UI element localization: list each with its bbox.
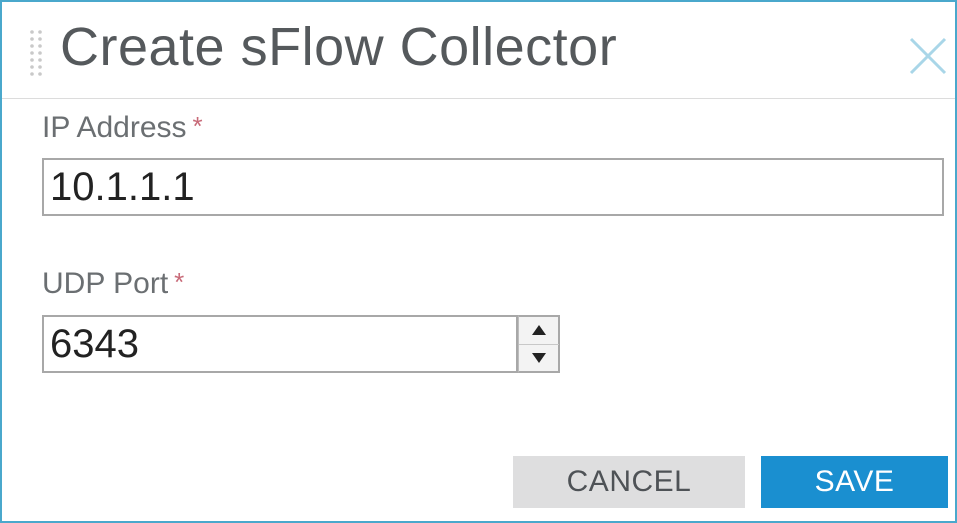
udp-port-input[interactable] xyxy=(42,315,518,373)
ip-address-label-text: IP Address xyxy=(42,111,187,144)
stepper-increment-button[interactable] xyxy=(519,317,559,345)
required-asterisk-icon: * xyxy=(192,111,203,141)
arrow-up-icon xyxy=(532,325,546,335)
dialog-header: Create sFlow Collector xyxy=(2,2,955,99)
required-asterisk-icon: * xyxy=(174,267,185,297)
ip-address-label: IP Address * xyxy=(42,111,203,145)
dialog-title: Create sFlow Collector xyxy=(60,17,618,77)
close-icon[interactable] xyxy=(908,36,948,76)
drag-handle-icon[interactable] xyxy=(28,28,44,78)
udp-port-stepper xyxy=(518,315,560,373)
save-button[interactable]: SAVE xyxy=(761,456,948,508)
udp-port-label: UDP Port * xyxy=(42,267,184,301)
ip-address-input[interactable] xyxy=(42,158,944,216)
cancel-button[interactable]: CANCEL xyxy=(513,456,745,508)
udp-port-label-text: UDP Port xyxy=(42,267,169,300)
create-sflow-collector-dialog: Create sFlow Collector IP Address* UDP P… xyxy=(0,0,957,523)
arrow-down-icon xyxy=(532,353,546,363)
stepper-decrement-button[interactable] xyxy=(519,345,559,372)
